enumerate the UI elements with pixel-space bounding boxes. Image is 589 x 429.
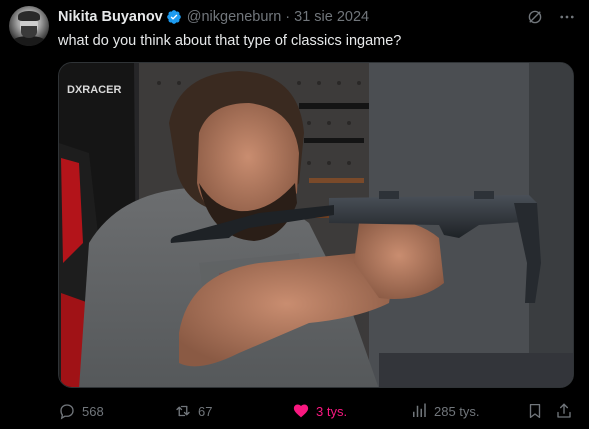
header-actions bbox=[525, 7, 577, 27]
tweet-header: Nikita Buyanov @nikgeneburn · 31 sie 202… bbox=[58, 8, 369, 26]
bookmark-icon bbox=[529, 403, 541, 419]
reply-button[interactable]: 568 bbox=[58, 400, 104, 422]
more-icon[interactable] bbox=[557, 7, 577, 27]
reply-count: 568 bbox=[82, 403, 104, 419]
repost-icon bbox=[176, 405, 190, 417]
avatar[interactable] bbox=[9, 6, 49, 46]
display-name[interactable]: Nikita Buyanov bbox=[58, 8, 163, 26]
verified-icon[interactable] bbox=[166, 9, 182, 25]
like-count: 3 tys. bbox=[316, 403, 348, 419]
tweet-text: what do you think about that type of cla… bbox=[58, 33, 402, 49]
chair-brand-text: DXRACER bbox=[67, 84, 121, 96]
grok-icon[interactable] bbox=[525, 7, 545, 27]
tweet[interactable]: Nikita Buyanov @nikgeneburn · 31 sie 202… bbox=[0, 0, 589, 429]
bookmark-button[interactable] bbox=[526, 400, 544, 422]
post-date[interactable]: 31 sie 2024 bbox=[294, 8, 369, 26]
separator-dot: · bbox=[285, 9, 291, 25]
action-bar: 568 67 3 tys. 285 tys. bbox=[58, 400, 578, 422]
share-icon bbox=[557, 403, 571, 418]
reply-icon bbox=[60, 404, 74, 420]
handle[interactable]: @nikgeneburn bbox=[187, 8, 282, 26]
like-button[interactable]: 3 tys. bbox=[292, 400, 347, 422]
views-button[interactable]: 285 tys. bbox=[410, 400, 480, 422]
views-icon bbox=[413, 403, 426, 417]
repost-button[interactable]: 67 bbox=[174, 400, 212, 422]
views-count: 285 tys. bbox=[434, 403, 480, 419]
repost-count: 67 bbox=[198, 403, 213, 419]
media-image: DXRACER bbox=[59, 63, 573, 387]
like-icon bbox=[293, 404, 309, 418]
tweet-media[interactable]: DXRACER bbox=[58, 62, 574, 388]
share-button[interactable] bbox=[555, 400, 573, 422]
